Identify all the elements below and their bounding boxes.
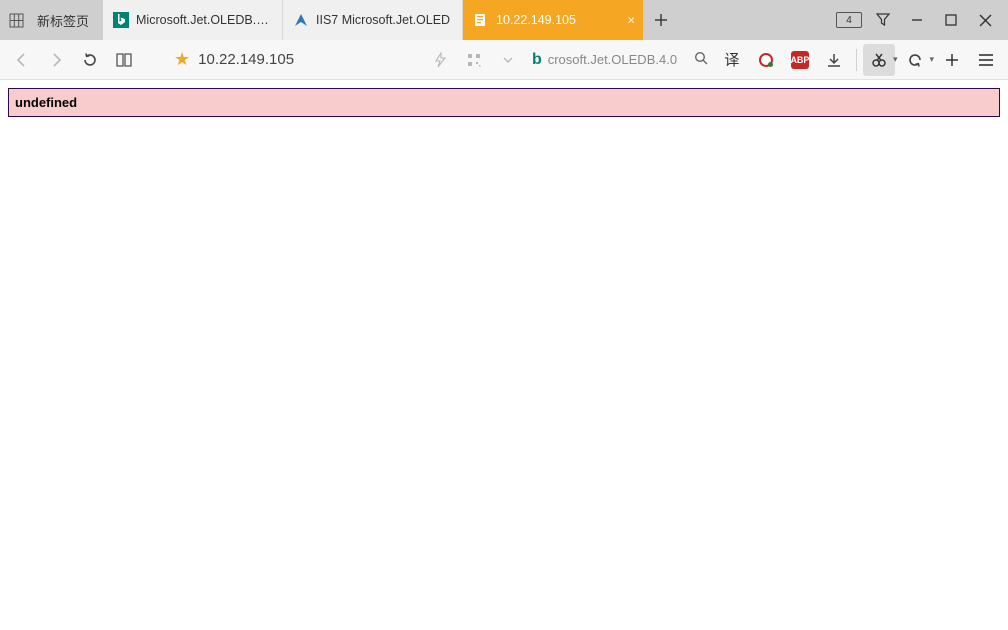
tab-label: IIS7 Microsoft.Jet.OLED [316,13,452,27]
url-text: 10.22.149.105 [198,51,294,68]
tab-microsoft-jet[interactable]: Microsoft.Jet.OLEDB.4.0 [103,0,283,40]
extension-button[interactable] [750,44,782,76]
flash-icon[interactable] [424,44,456,76]
tab-iis7[interactable]: IIS7 Microsoft.Jet.OLED [283,0,463,40]
extension-dot-icon [759,53,773,67]
undo-button[interactable] [899,44,931,76]
screenshot-button[interactable] [863,44,895,76]
forward-button[interactable] [40,44,72,76]
download-button[interactable] [818,44,850,76]
url-field[interactable]: 10.22.149.105 [198,51,418,68]
tab-label: 10.22.149.105 [496,13,633,27]
iis-icon [293,12,309,28]
session-count-badge[interactable]: 4 [836,12,862,28]
error-message-box: undefined [8,88,1000,117]
maximize-button[interactable] [934,0,968,40]
adblock-button[interactable]: ABP [784,44,816,76]
toolbar: ★ 10.22.149.105 b crosoft.Jet.OLEDB.4.0 … [0,40,1008,80]
close-icon[interactable]: × [627,13,635,28]
favorite-star-icon[interactable]: ★ [174,49,190,70]
tab-active-ip[interactable]: 10.22.149.105 × [463,0,643,40]
menu-button[interactable] [970,44,1002,76]
undo-dropdown-icon[interactable]: ▾ [929,54,934,65]
bing-b-icon: b [532,51,542,69]
toolbar-separator [856,49,857,71]
grid-icon [8,12,24,28]
home-tab[interactable]: 新标签页 [0,0,103,40]
page-content: undefined [0,80,1008,125]
back-button[interactable] [6,44,38,76]
screenshot-dropdown-icon[interactable]: ▾ [893,54,898,65]
minimize-button[interactable] [900,0,934,40]
search-placeholder: crosoft.Jet.OLEDB.4.0 [548,52,677,67]
home-tab-label: 新标签页 [37,11,89,30]
add-button[interactable] [936,44,968,76]
reader-mode-button[interactable] [108,44,140,76]
error-text: undefined [15,95,77,110]
qr-icon[interactable] [458,44,490,76]
search-field[interactable]: b crosoft.Jet.OLEDB.4.0 [526,46,714,74]
close-window-button[interactable] [968,0,1002,40]
tab-label: Microsoft.Jet.OLEDB.4.0 [136,13,272,27]
tab-bar: 新标签页 Microsoft.Jet.OLEDB.4.0 IIS7 Micros… [0,0,1008,40]
note-icon [473,12,489,28]
new-tab-button[interactable] [643,0,679,40]
abp-icon: ABP [791,51,809,69]
translate-button[interactable]: 译 [716,44,748,76]
filter-icon[interactable] [866,0,900,40]
window-controls: 4 [832,0,1008,40]
reload-button[interactable] [74,44,106,76]
chevron-down-icon[interactable] [492,44,524,76]
bing-icon [113,12,129,28]
search-icon[interactable] [694,51,708,68]
